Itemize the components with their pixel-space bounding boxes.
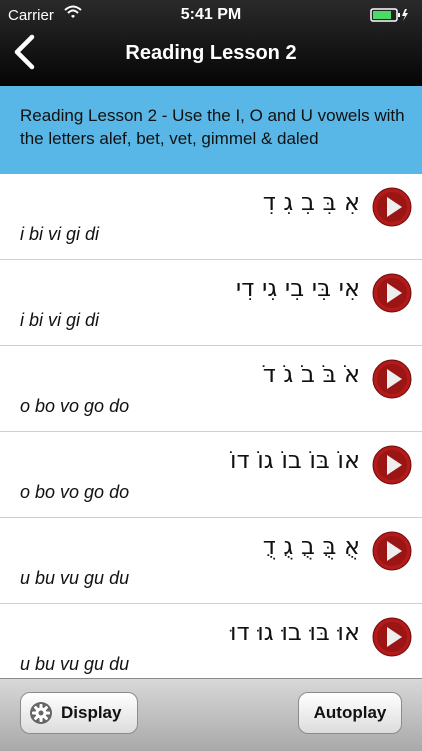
transliteration: o bo vo go do <box>20 396 130 416</box>
navigation-bar: Carrier 5:41 PM Reading Lesson 2 <box>0 0 422 86</box>
list-item[interactable]: אִ בִּ בִ גִ דִ i bi vi gi di <box>0 174 422 260</box>
transliteration: u bu vu gu du <box>20 568 130 588</box>
list-item[interactable]: אוּ בּוּ בוּ גוּ דוּ u bu vu gu du <box>0 604 422 678</box>
play-icon[interactable] <box>372 187 412 227</box>
autoplay-button[interactable]: Autoplay <box>298 692 402 734</box>
hebrew-text: אִ בִּ בִ גִ דִ <box>262 188 360 216</box>
transliteration: i bi vi gi di <box>20 310 100 330</box>
play-icon[interactable] <box>372 359 412 399</box>
lesson-list[interactable]: אִ בִּ בִ גִ דִ i bi vi gi di אִי בִּי ב… <box>0 174 422 678</box>
display-button[interactable]: Display <box>20 692 138 734</box>
hebrew-text: אוּ בּוּ בוּ גוּ דוּ <box>230 618 360 646</box>
back-button[interactable] <box>6 34 42 74</box>
hebrew-text: אִי בִּי בִי גִי דִי <box>235 274 360 302</box>
hebrew-text: אֹ בֹּ בֹ גֹ דֹ <box>262 360 360 388</box>
play-icon[interactable] <box>372 617 412 657</box>
page-title: Reading Lesson 2 <box>125 42 297 64</box>
bottom-toolbar: Display Autoplay <box>0 678 422 751</box>
lesson-description: Reading Lesson 2 - Use the I, O and U vo… <box>0 86 422 174</box>
display-button-label: Display <box>61 703 122 722</box>
hebrew-text: אֻ בֻּ בֻ גֻ דֻ <box>262 532 360 560</box>
play-icon[interactable] <box>372 531 412 571</box>
list-item[interactable]: אֹ בֹּ בֹ גֹ דֹ o bo vo go do <box>0 346 422 432</box>
transliteration: u bu vu gu du <box>20 654 130 674</box>
battery-icon <box>370 8 410 26</box>
transliteration: i bi vi gi di <box>20 224 100 244</box>
list-item[interactable]: אֻ בֻּ בֻ גֻ דֻ u bu vu gu du <box>0 518 422 604</box>
list-item[interactable]: אִי בִּי בִי גִי דִי i bi vi gi di <box>0 260 422 346</box>
chevron-left-icon <box>12 34 36 75</box>
list-item[interactable]: אוֹ בּוֹ בוֹ גוֹ דוֹ o bo vo go do <box>0 432 422 518</box>
status-bar: Carrier 5:41 PM <box>0 0 422 30</box>
autoplay-button-label: Autoplay <box>313 703 387 722</box>
clock: 5:41 PM <box>180 6 242 23</box>
transliteration: o bo vo go do <box>20 482 130 502</box>
hebrew-text: אוֹ בּוֹ בוֹ גוֹ דוֹ <box>230 446 360 474</box>
play-icon[interactable] <box>372 273 412 313</box>
play-icon[interactable] <box>372 445 412 485</box>
gear-icon <box>29 701 53 725</box>
lesson-description-text: Reading Lesson 2 - Use the I, O and U vo… <box>20 106 405 148</box>
